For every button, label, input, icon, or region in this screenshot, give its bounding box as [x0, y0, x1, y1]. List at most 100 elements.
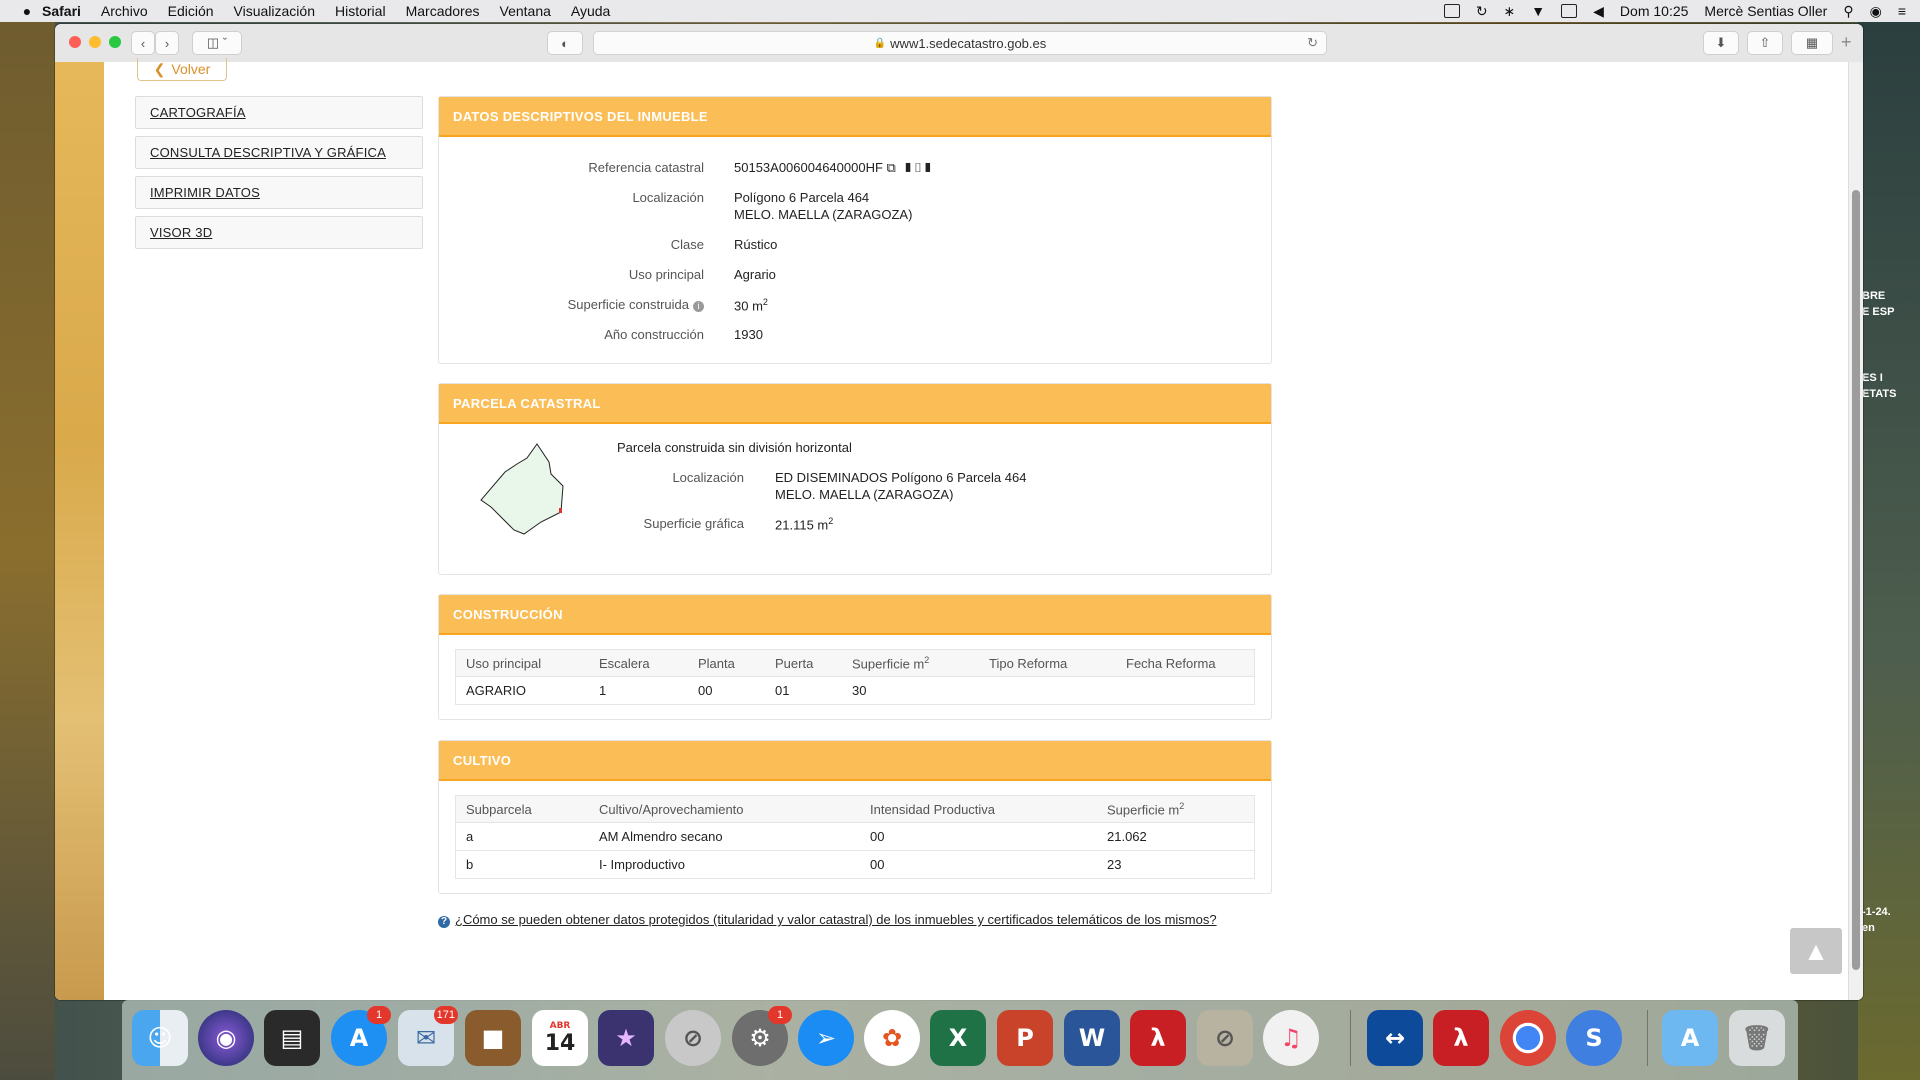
cell: 00: [860, 850, 1097, 879]
menu-ayuda[interactable]: Ayuda: [571, 3, 610, 19]
photos-icon[interactable]: ✿: [864, 1010, 920, 1066]
cell: a: [455, 822, 589, 851]
safari-icon[interactable]: ➢: [798, 1010, 854, 1066]
sidebar-item-cartografia[interactable]: CARTOGRAFÍA: [135, 96, 423, 129]
acrobat-icon[interactable]: λ: [1130, 1010, 1186, 1066]
table-row: b I- Improductivo 00 23: [455, 850, 1255, 879]
back-icon[interactable]: ‹: [131, 31, 155, 55]
minimize-window-button[interactable]: [89, 36, 101, 48]
cell: [979, 676, 1116, 705]
preview-icon[interactable]: ⊘: [1197, 1010, 1253, 1066]
forward-icon[interactable]: ›: [155, 31, 179, 55]
screen-icon[interactable]: [1443, 4, 1460, 18]
new-tab-icon[interactable]: +: [1841, 32, 1852, 53]
close-window-button[interactable]: [69, 36, 81, 48]
share-icon[interactable]: ⇧: [1747, 31, 1783, 55]
clock[interactable]: Dom 10:25: [1620, 3, 1688, 19]
construccion-table: Uso principal Escalera Planta Puerta Sup…: [455, 649, 1255, 705]
acrobat-reader-icon[interactable]: λ: [1433, 1010, 1489, 1066]
col-fecha-reforma: Fecha Reforma: [1116, 649, 1255, 677]
sup-label: Superficie construida i: [479, 297, 704, 312]
address-bar[interactable]: 🔒 www1.sedecatastro.gob.es ↻: [593, 31, 1327, 55]
faq-link[interactable]: ¿Cómo se pueden obtener datos protegidos…: [455, 912, 1217, 927]
info-icon[interactable]: i: [693, 301, 704, 312]
calendar-icon[interactable]: ABR 14: [532, 1010, 588, 1066]
display-icon[interactable]: [1561, 4, 1578, 18]
apple-icon[interactable]: ●: [12, 3, 42, 19]
desktop-text: en: [1862, 922, 1875, 934]
cell: [1116, 676, 1255, 705]
col-tipo-reforma: Tipo Reforma: [979, 649, 1116, 677]
parcela-loc-line1: ED DISEMINADOS Polígono 6 Parcela 464: [775, 470, 1027, 485]
col-escalera: Escalera: [589, 649, 688, 677]
page-scrollbar[interactable]: [1848, 62, 1863, 1000]
activity-monitor-icon[interactable]: ▤: [264, 1010, 320, 1066]
finder-icon[interactable]: ☺: [132, 1010, 188, 1066]
teamviewer-icon[interactable]: ↔: [1367, 1010, 1423, 1066]
cell: 00: [688, 676, 765, 705]
reload-icon[interactable]: ↻: [1307, 35, 1318, 51]
lock-icon: 🔒: [873, 37, 887, 49]
cell: AM Almendro secano: [589, 822, 860, 851]
table-header-row: Uso principal Escalera Planta Puerta Sup…: [455, 649, 1255, 677]
siri-icon[interactable]: ◉: [1870, 3, 1882, 20]
url-text: www1.sedecatastro.gob.es: [890, 35, 1047, 51]
panel-cultivo: CULTIVO Subparcela Cultivo/Aprovechamien…: [438, 740, 1272, 894]
tab-overview-icon[interactable]: ▦: [1791, 31, 1833, 55]
menu-archivo[interactable]: Archivo: [101, 3, 148, 19]
parcela-loc-label: Localización: [672, 470, 744, 485]
anio-label: Año construcción: [604, 327, 704, 342]
cell: 1: [589, 676, 688, 705]
cell: 30: [842, 676, 979, 705]
back-button[interactable]: ❮ Volver: [137, 58, 227, 81]
chrome-icon[interactable]: [1500, 1010, 1556, 1066]
word-icon[interactable]: W: [1064, 1010, 1120, 1066]
contacts-icon[interactable]: ■: [465, 1010, 521, 1066]
skype-icon[interactable]: S: [1566, 1010, 1622, 1066]
copy-icon[interactable]: ⧉: [887, 160, 896, 175]
parcel-shape-map[interactable]: [479, 442, 589, 552]
menu-app-name[interactable]: Safari: [42, 3, 81, 19]
volume-icon[interactable]: ◀: [1593, 3, 1604, 20]
menu-visualizacion[interactable]: Visualización: [234, 3, 315, 19]
mail-icon[interactable]: ✉ 171: [398, 1006, 458, 1066]
imovie-icon[interactable]: ★: [598, 1010, 654, 1066]
siri-dock-icon[interactable]: ◉: [198, 1010, 254, 1066]
desktop-right-wallpaper: BRE E ESP ES I ETATS -1-24. en: [1858, 22, 1920, 1080]
excel-icon[interactable]: X: [930, 1010, 986, 1066]
scroll-to-top-button[interactable]: ▲: [1790, 928, 1842, 974]
sidebar-item-visor-3d[interactable]: VISOR 3D: [135, 216, 423, 249]
wifi-icon[interactable]: ▼: [1531, 3, 1545, 19]
applications-folder-icon[interactable]: A: [1662, 1010, 1718, 1066]
time-machine-icon[interactable]: ↻: [1476, 3, 1488, 20]
col-uso-principal: Uso principal: [455, 649, 589, 677]
music-icon[interactable]: ♫: [1263, 1010, 1319, 1066]
system-preferences-icon[interactable]: ⚙ 1: [732, 1006, 792, 1066]
app-store-icon[interactable]: A1: [331, 1006, 391, 1066]
zoom-window-button[interactable]: [109, 36, 121, 48]
scroll-thumb[interactable]: [1852, 190, 1860, 970]
menu-ventana[interactable]: Ventana: [500, 3, 551, 19]
downloads-icon[interactable]: ⬇: [1703, 31, 1739, 55]
privacy-shield-icon[interactable]: ◐: [547, 31, 583, 55]
notification-center-icon[interactable]: ≡: [1898, 3, 1906, 19]
barcode-icon[interactable]: ▮▯▮: [903, 160, 933, 175]
mail-badge: 171: [433, 1006, 458, 1024]
menu-marcadores[interactable]: Marcadores: [406, 3, 480, 19]
trash-icon[interactable]: 🗑: [1729, 1010, 1785, 1066]
col-intensidad: Intensidad Productiva: [860, 795, 1097, 823]
chevron-left-icon: ❮: [153, 60, 166, 77]
sidebar-toggle-icon[interactable]: ◫ ˇ: [192, 31, 242, 55]
menu-edicion[interactable]: Edición: [168, 3, 214, 19]
prefs-badge: 1: [768, 1006, 792, 1024]
cell: 01: [765, 676, 842, 705]
sidebar-item-consulta[interactable]: CONSULTA DESCRIPTIVA Y GRÁFICA: [135, 136, 423, 169]
blocked-app-icon[interactable]: ⊘: [665, 1010, 721, 1066]
powerpoint-icon[interactable]: P: [997, 1010, 1053, 1066]
sidebar-item-imprimir[interactable]: IMPRIMIR DATOS: [135, 176, 423, 209]
spotlight-icon[interactable]: ⚲: [1843, 3, 1853, 20]
menu-historial[interactable]: Historial: [335, 3, 386, 19]
bluetooth-icon[interactable]: ∗: [1504, 3, 1516, 20]
user-name[interactable]: Mercè Sentias Oller: [1704, 3, 1827, 19]
panel-title: CULTIVO: [439, 741, 1271, 781]
